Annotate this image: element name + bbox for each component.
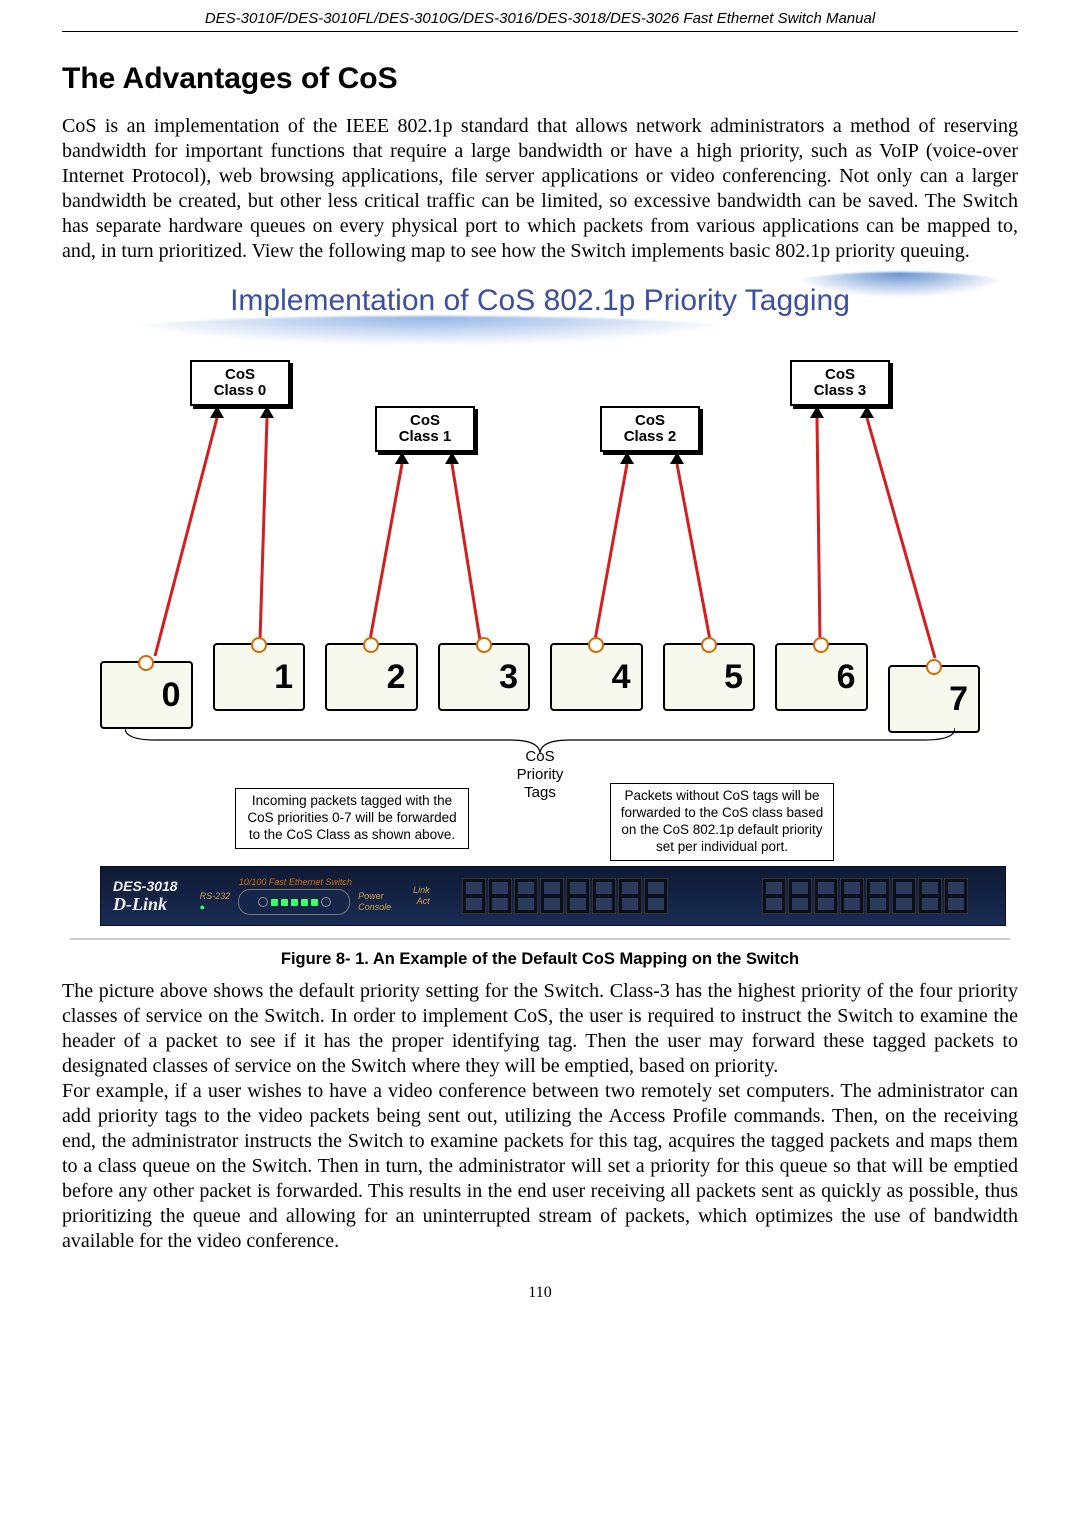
brace-label-line: Priority [517, 766, 564, 783]
cos-tag-0: 0 [100, 661, 193, 729]
switch-model-block: DES-3018 D-Link [113, 878, 178, 915]
switch-tagline: 10/100 Fast Ethernet Switch [239, 877, 352, 887]
figure: Implementation of CoS 802.1p Priority Ta… [62, 278, 1018, 969]
cos-tag-7: 7 [888, 665, 981, 733]
figure-caption: Figure 8- 1. An Example of the Default C… [62, 950, 1018, 969]
note-incoming-tagged: Incoming packets tagged with the CoS pri… [235, 788, 469, 849]
cos-tag-2: 2 [325, 643, 418, 711]
cos-tag-1: 1 [213, 643, 306, 711]
mapping-lines [70, 278, 1010, 938]
switch-side-labels: Power Console [358, 891, 391, 913]
brace-label-line: Tags [524, 784, 556, 801]
cos-tag-5: 5 [663, 643, 756, 711]
section-title: The Advantages of CoS [62, 62, 1018, 96]
cos-tag-3: 3 [438, 643, 531, 711]
switch-device: DES-3018 D-Link 10/100 Fast Ethernet Swi… [100, 866, 1006, 926]
paragraph-example: For example, if a user wishes to have a … [62, 1079, 1018, 1254]
paragraph-explain: The picture above shows the default prio… [62, 979, 1018, 1079]
switch-brand: D-Link [113, 894, 178, 915]
switch-port-bank-1 [462, 878, 668, 914]
brace-label: CoS Priority Tags [70, 748, 1010, 802]
switch-led-panel [238, 889, 350, 915]
cos-tag-ports: 0 1 2 3 4 5 6 7 [100, 641, 980, 711]
document-page: DES-3010F/DES-3010FL/DES-3010G/DES-3016/… [0, 0, 1080, 1342]
page-number: 110 [62, 1284, 1018, 1302]
switch-side-labels: RS-232 ● [200, 891, 231, 913]
running-header: DES-3010F/DES-3010FL/DES-3010G/DES-3016/… [62, 10, 1018, 32]
switch-port-bank-2 [762, 878, 968, 914]
cos-tag-4: 4 [550, 643, 643, 711]
cos-diagram: Implementation of CoS 802.1p Priority Ta… [70, 278, 1010, 940]
switch-model: DES-3018 [113, 878, 178, 894]
paragraph-intro: CoS is an implementation of the IEEE 802… [62, 114, 1018, 264]
note-untagged-default: Packets without CoS tags will be forward… [610, 783, 834, 861]
switch-link-act-labels: Link Act [413, 885, 430, 907]
cos-tag-6: 6 [775, 643, 868, 711]
brace-label-line: CoS [525, 748, 554, 765]
